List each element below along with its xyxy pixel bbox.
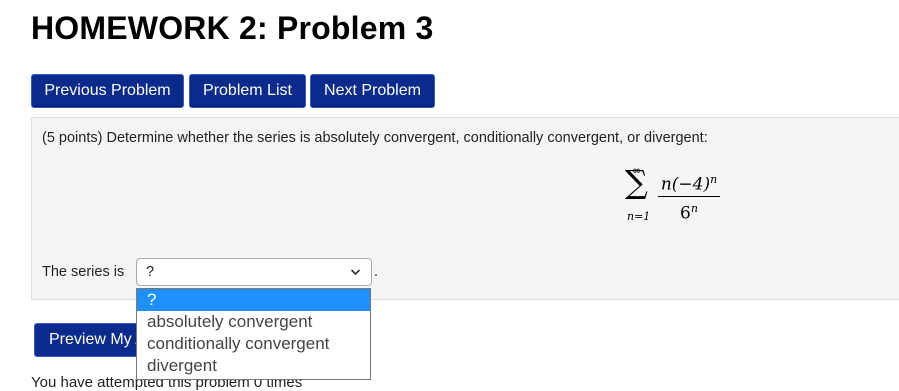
answer-period: . <box>374 264 379 280</box>
select-value: ? <box>146 264 155 280</box>
fraction-denominator: 6n <box>680 201 698 224</box>
series-fraction: n(−4)n 6n <box>658 170 720 223</box>
dropdown-option-divergent[interactable]: divergent <box>137 355 370 377</box>
sum-lower-limit: n=1 <box>627 210 651 223</box>
problem-panel: (5 points) Determine whether the series … <box>31 117 899 300</box>
page-title: HOMEWORK 2: Problem 3 <box>31 10 434 46</box>
problem-prompt: (5 points) Determine whether the series … <box>42 130 708 146</box>
answer-dropdown-list[interactable]: ? absolutely convergent conditionally co… <box>136 288 371 380</box>
dropdown-option-absolutely-convergent[interactable]: absolutely convergent <box>137 311 370 333</box>
next-problem-button[interactable]: Next Problem <box>310 74 435 108</box>
previous-problem-button[interactable]: Previous Problem <box>31 74 184 108</box>
problem-list-button[interactable]: Problem List <box>189 74 306 108</box>
fraction-bar <box>658 195 720 197</box>
fraction-numerator: n(−4)n <box>660 173 718 195</box>
answer-select[interactable]: ? <box>136 258 372 286</box>
dropdown-option-placeholder[interactable]: ? <box>137 289 370 311</box>
dropdown-option-conditionally-convergent[interactable]: conditionally convergent <box>137 333 370 355</box>
series-formula: ∞ ∑ n=1 n(−4)n 6n <box>622 158 742 228</box>
sigma-symbol: ∑ <box>625 163 648 201</box>
answer-label: The series is <box>42 264 125 280</box>
